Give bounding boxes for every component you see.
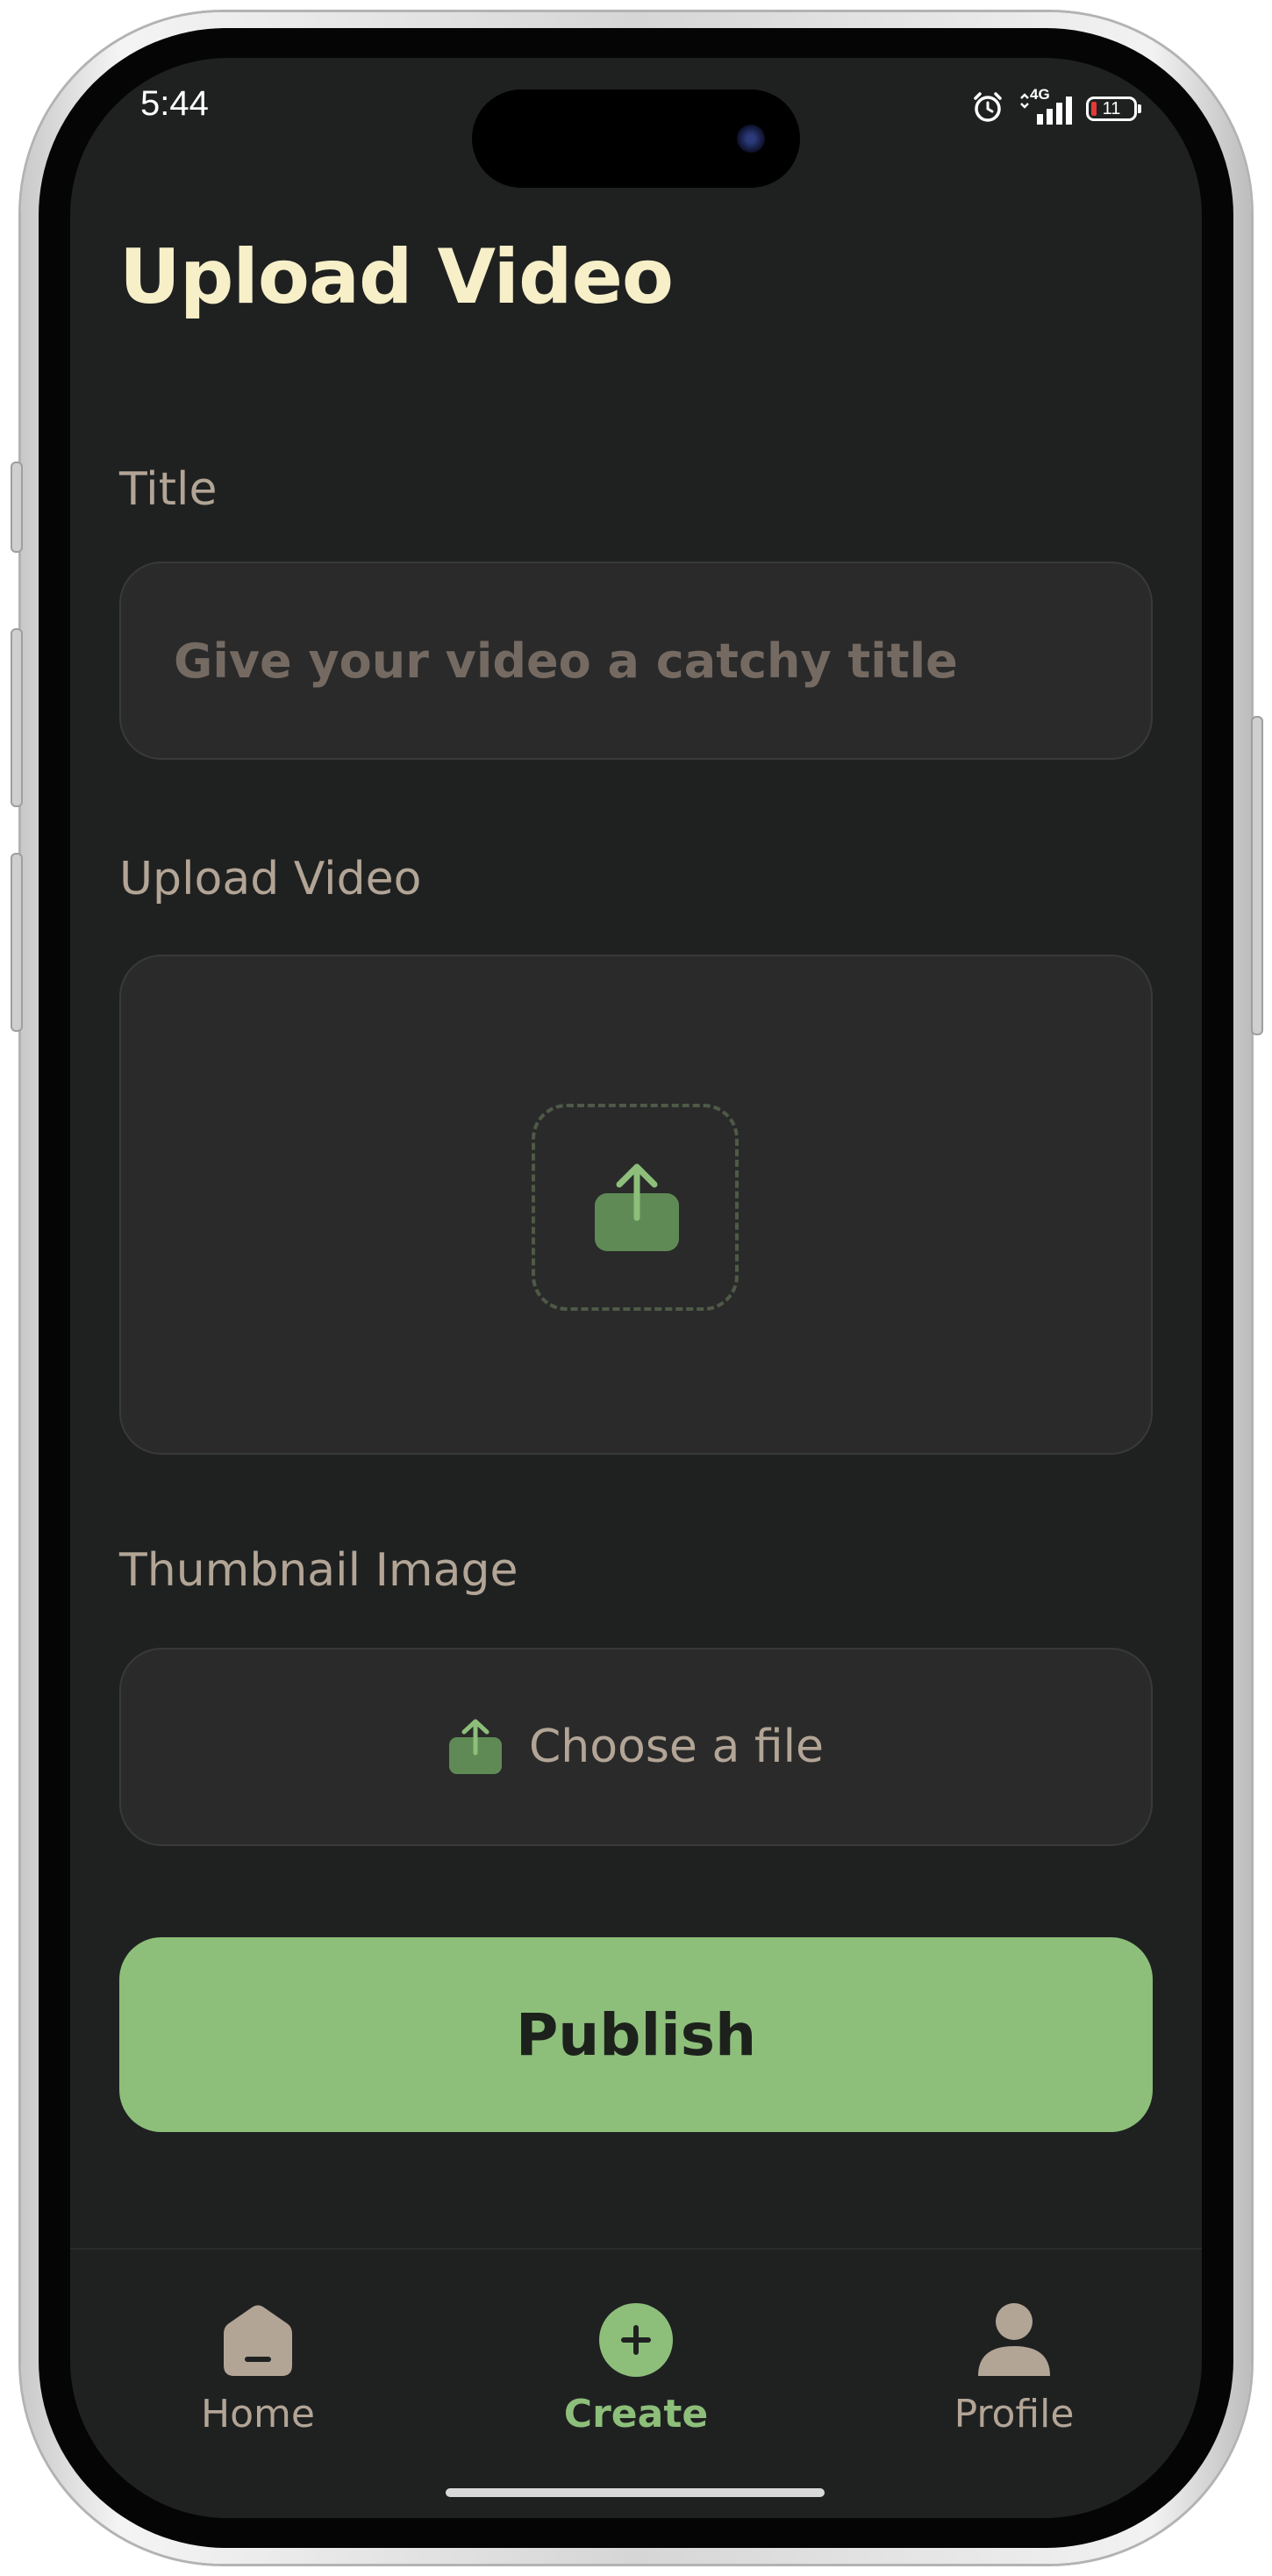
title-field[interactable] <box>119 562 1153 760</box>
upload-icon <box>448 1718 503 1776</box>
network-type: 4G <box>1030 86 1050 103</box>
video-upload-dropzone[interactable] <box>119 955 1153 1455</box>
nav-label-profile: Profile <box>954 2392 1075 2436</box>
nav-item-home[interactable]: Home <box>153 2302 363 2436</box>
battery-icon: 11 <box>1086 97 1141 121</box>
battery-level: 11 <box>1102 98 1121 118</box>
home-icon <box>220 2302 296 2378</box>
title-input[interactable] <box>172 632 1105 690</box>
power-button <box>1251 716 1263 1035</box>
plus-circle-icon <box>598 2302 674 2378</box>
dynamic-island <box>472 89 800 188</box>
thumbnail-file-picker[interactable]: Choose a file <box>119 1648 1153 1846</box>
choose-file-label: Choose a file <box>528 1721 825 1773</box>
video-upload-target[interactable] <box>532 1104 739 1311</box>
thumbnail-label: Thumbnail Image <box>119 1544 518 1597</box>
upload-video-label: Upload Video <box>119 853 422 905</box>
action-button <box>11 462 23 553</box>
status-indicators: 4G 11 <box>970 86 1141 128</box>
upload-icon <box>593 1162 681 1256</box>
page-title: Upload Video <box>119 233 674 321</box>
front-camera <box>737 125 765 153</box>
home-indicator[interactable] <box>446 2488 825 2497</box>
bottom-nav: Home Create Profile <box>70 2248 1202 2518</box>
volume-down-button <box>11 853 23 1032</box>
nav-label-home: Home <box>201 2392 315 2436</box>
title-label: Title <box>119 463 218 516</box>
nav-item-create[interactable]: Create <box>531 2302 741 2436</box>
publish-button[interactable]: Publish <box>119 1937 1153 2132</box>
profile-icon <box>976 2302 1052 2378</box>
volume-up-button <box>11 628 23 807</box>
alarm-icon <box>970 89 1005 128</box>
nav-label-create: Create <box>563 2392 709 2436</box>
cellular-signal-icon: 4G <box>1018 86 1074 126</box>
nav-item-profile[interactable]: Profile <box>909 2302 1119 2436</box>
status-time: 5:44 <box>140 84 209 123</box>
app-screen: 5:44 4G 11 Upload Video Title Give your … <box>70 58 1202 2518</box>
